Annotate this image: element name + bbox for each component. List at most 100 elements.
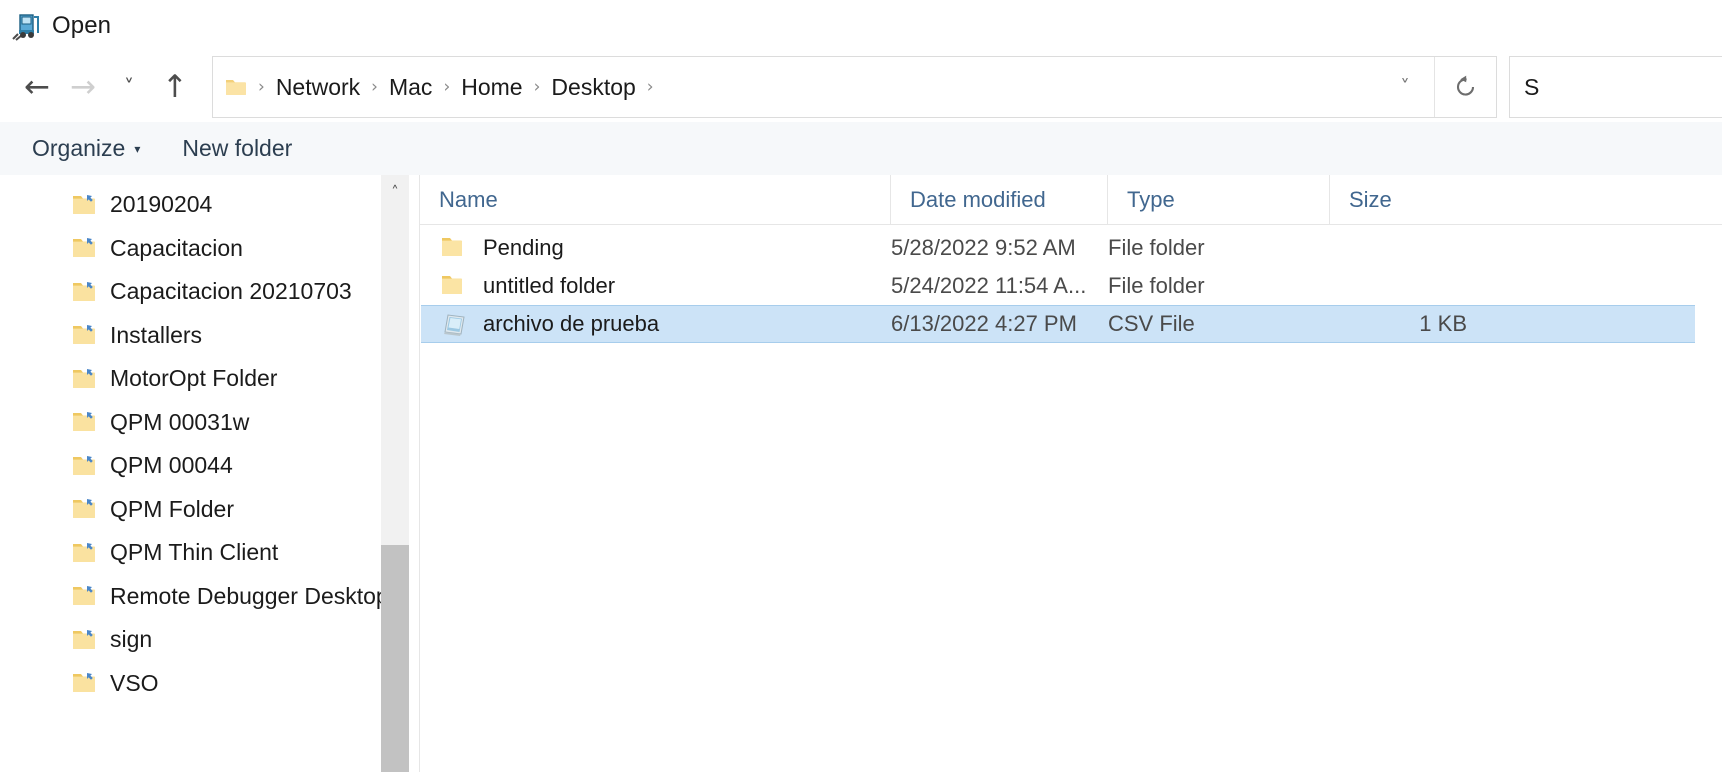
sidebar-item-qpm-00044[interactable]: QPM 00044 xyxy=(0,444,419,488)
breadcrumb-separator: › xyxy=(646,77,654,97)
file-name-label: Pending xyxy=(483,235,564,260)
breadcrumb-item-desktop[interactable]: Desktop xyxy=(545,70,641,105)
folder-shortcut-icon xyxy=(72,672,98,694)
search-input[interactable]: S xyxy=(1509,56,1722,118)
chevron-down-icon: ˅ xyxy=(124,75,134,99)
sidebar-item-label: Installers xyxy=(110,321,203,348)
sidebar-item-motoropt-folder[interactable]: MotorOpt Folder xyxy=(0,357,419,401)
cell-date-modified: 5/24/2022 11:54 A... xyxy=(891,273,1087,298)
cell-name: Pending xyxy=(421,235,891,261)
sidebar-item-label: VSO xyxy=(110,669,159,696)
sidebar-item-20190204[interactable]: 20190204 xyxy=(0,183,419,227)
new-folder-label: New folder xyxy=(182,135,293,161)
folder-shortcut-icon xyxy=(72,281,98,303)
sidebar-item-label: Remote Debugger Desktop xyxy=(110,582,389,609)
breadcrumb-separator: › xyxy=(258,77,265,97)
cell-type: File folder xyxy=(1108,235,1205,260)
breadcrumb[interactable]: › Network › Mac › Home › Desktop › xyxy=(213,57,1376,117)
sidebar-item-remote-debugger-desktop[interactable]: Remote Debugger Desktop xyxy=(0,575,419,619)
table-row[interactable]: Pending 5/28/2022 9:52 AM File folder xyxy=(421,229,1695,267)
caret-down-icon: ▾ xyxy=(134,141,141,156)
organize-button[interactable]: Organize ▾ xyxy=(22,129,150,168)
sidebar-item-label: QPM Thin Client xyxy=(110,539,279,566)
cell-date-modified: 6/13/2022 4:27 PM xyxy=(891,311,1077,336)
sidebar-item-label: 20190204 xyxy=(110,191,213,218)
arrow-up-icon: ↑ xyxy=(162,68,188,105)
table-row[interactable]: untitled folder 5/24/2022 11:54 A... File … xyxy=(421,267,1695,305)
folder-shortcut-icon xyxy=(72,455,98,477)
column-header-size[interactable]: Size xyxy=(1329,175,1474,224)
window-title: Open xyxy=(52,12,112,39)
forklift-app-icon xyxy=(10,9,44,43)
folder-tree: 20190204 Capacitacion Capacitacion 2021070… xyxy=(0,175,419,705)
title-bar: Open xyxy=(0,0,1722,52)
cell-type: CSV File xyxy=(1108,311,1195,336)
chevron-down-icon: ˅ xyxy=(1400,76,1410,98)
column-header-name-label: Name xyxy=(439,186,498,212)
file-list-pane: Name ˄ Date modified Type Size Pending 5/… xyxy=(420,175,1722,772)
file-rows: Pending 5/28/2022 9:52 AM File folder untit… xyxy=(420,225,1722,343)
column-header-type-label: Type xyxy=(1127,186,1175,212)
folder-shortcut-icon xyxy=(72,629,98,651)
column-header-date-modified[interactable]: Date modified xyxy=(890,175,1107,224)
sidebar-item-label: QPM 00044 xyxy=(110,452,233,479)
folder-shortcut-icon xyxy=(72,368,98,390)
sidebar-item-capacitacion-20210703[interactable]: Capacitacion 20210703 xyxy=(0,270,419,314)
cell-type: File folder xyxy=(1108,273,1205,298)
content-area: 20190204 Capacitacion Capacitacion 2021070… xyxy=(0,175,1722,772)
breadcrumb-item-home[interactable]: Home xyxy=(455,70,528,105)
sidebar-item-vso[interactable]: VSO xyxy=(0,662,419,706)
sidebar-item-installers[interactable]: Installers xyxy=(0,314,419,358)
folder-icon xyxy=(439,235,469,261)
cell-name: archivo de prueba xyxy=(421,311,891,337)
table-row[interactable]: archivo de prueba 6/13/2022 4:27 PM CSV Fi… xyxy=(421,305,1695,343)
sidebar-item-qpm-00031w[interactable]: QPM 00031w xyxy=(0,401,419,445)
address-bar[interactable]: › Network › Mac › Home › Desktop › ˅ xyxy=(212,56,1497,118)
folder-shortcut-icon xyxy=(72,324,98,346)
sidebar-item-qpm-folder[interactable]: QPM Folder xyxy=(0,488,419,532)
sidebar-item-sign[interactable]: sign xyxy=(0,618,419,662)
scroll-up-button[interactable]: ˄ xyxy=(381,175,409,209)
column-header-name[interactable]: Name ˄ xyxy=(420,175,890,224)
breadcrumb-separator: › xyxy=(533,77,541,97)
breadcrumb-separator: › xyxy=(371,77,378,97)
folder-shortcut-icon xyxy=(72,411,98,433)
sidebar-scrollbar[interactable]: ˄ xyxy=(381,175,409,772)
breadcrumb-item-network[interactable]: Network xyxy=(270,70,366,105)
command-toolbar: Organize ▾ New folder xyxy=(0,122,1722,175)
sort-ascending-icon: ˄ xyxy=(648,175,655,184)
recent-locations-button[interactable]: ˅ xyxy=(106,64,152,110)
back-button[interactable]: ← xyxy=(14,64,60,110)
address-dropdown-button[interactable]: ˅ xyxy=(1376,57,1434,117)
column-header-type[interactable]: Type xyxy=(1107,175,1329,224)
column-header-date-label: Date modified xyxy=(910,186,1046,212)
forward-button[interactable]: → xyxy=(60,64,106,110)
address-bar-row: ← → ˅ ↑ › Network › Mac › Home › Desktop… xyxy=(0,52,1722,122)
organize-label: Organize xyxy=(32,135,126,161)
navigation-pane: 20190204 Capacitacion Capacitacion 2021070… xyxy=(0,175,419,772)
chevron-up-icon: ˄ xyxy=(391,183,399,201)
arrow-left-icon: ← xyxy=(24,68,50,105)
refresh-icon xyxy=(1456,75,1474,96)
cell-size: 1 KB xyxy=(1419,311,1467,336)
sidebar-item-label: sign xyxy=(110,626,153,653)
scrollbar-thumb[interactable] xyxy=(381,545,409,772)
sidebar-item-capacitacion[interactable]: Capacitacion xyxy=(0,227,419,271)
new-folder-button[interactable]: New folder xyxy=(172,129,302,168)
sidebar-item-qpm-thin-client[interactable]: QPM Thin Client xyxy=(0,531,419,575)
csv-file-icon xyxy=(439,311,469,337)
refresh-button[interactable] xyxy=(1434,57,1496,117)
folder-icon xyxy=(439,273,469,299)
folder-shortcut-icon xyxy=(72,542,98,564)
breadcrumb-item-mac[interactable]: Mac xyxy=(383,70,438,105)
folder-icon xyxy=(225,77,247,97)
cell-date-modified: 5/28/2022 9:52 AM xyxy=(891,235,1076,260)
column-headers: Name ˄ Date modified Type Size xyxy=(420,175,1722,225)
sidebar-item-label: MotorOpt Folder xyxy=(110,365,278,392)
cell-name: untitled folder xyxy=(421,273,891,299)
file-name-label: archivo de prueba xyxy=(483,311,660,336)
up-button[interactable]: ↑ xyxy=(152,64,198,110)
sidebar-item-label: QPM 00031w xyxy=(110,408,250,435)
sidebar-item-label: Capacitacion xyxy=(110,234,243,261)
sidebar-item-label: Capacitacion 20210703 xyxy=(110,278,352,305)
